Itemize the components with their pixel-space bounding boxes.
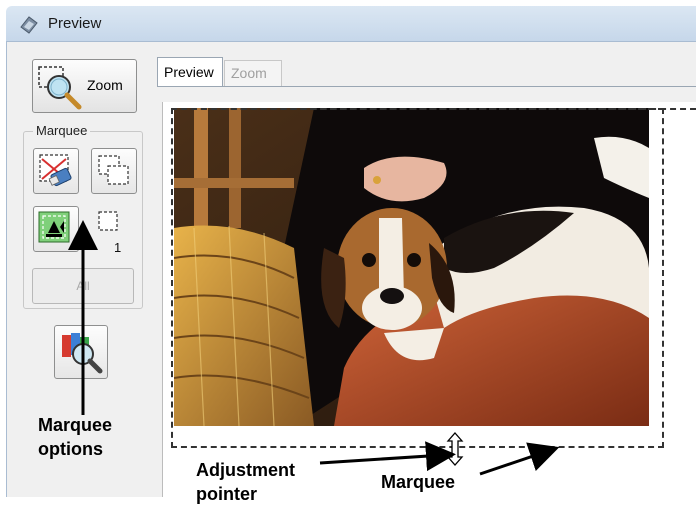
tab-divider [157,86,696,87]
marquee-group-label: Marquee [33,123,91,138]
window-title: Preview [48,15,102,32]
tab-preview[interactable]: Preview [157,57,223,87]
marquee-count-icon [98,211,118,231]
delete-marquee-button[interactable] [33,148,79,194]
preview-image [174,108,649,426]
zoom-magnifier-icon [38,66,82,110]
vertical-resize-cursor-icon [446,432,464,466]
duplicate-marquee-icon [98,155,129,185]
marquee-options-annotation: Marquee options [38,413,112,461]
title-bar: Preview [6,6,696,42]
adjustment-pointer-line-1: Adjustment [196,460,295,480]
color-palette-button[interactable] [54,325,108,379]
tab-zoom[interactable]: Zoom [224,60,282,86]
auto-locate-icon [38,211,70,243]
marquee-group: Marquee 1 All [23,123,143,309]
delete-marquee-icon [39,154,72,187]
marquee-annotation: Marquee [381,472,456,492]
duplicate-marquee-button[interactable] [91,148,137,194]
marquee-count: 1 [114,240,122,255]
color-palette-magnifier-icon [62,333,103,374]
adjustment-pointer-line-2: pointer [196,484,257,504]
adjustment-pointer-annotation: Adjustment pointer [196,458,295,506]
marquee-options-line-1: Marquee [38,415,113,435]
all-button[interactable]: All [32,268,134,304]
zoom-button-label: Zoom [87,77,123,93]
marquee-options-line-2: options [38,439,103,459]
zoom-button[interactable]: Zoom [32,59,137,113]
marquee-top-edge [171,108,696,110]
auto-locate-button[interactable] [33,206,79,252]
preview-app-icon [20,16,38,34]
preview-area[interactable] [162,102,696,497]
